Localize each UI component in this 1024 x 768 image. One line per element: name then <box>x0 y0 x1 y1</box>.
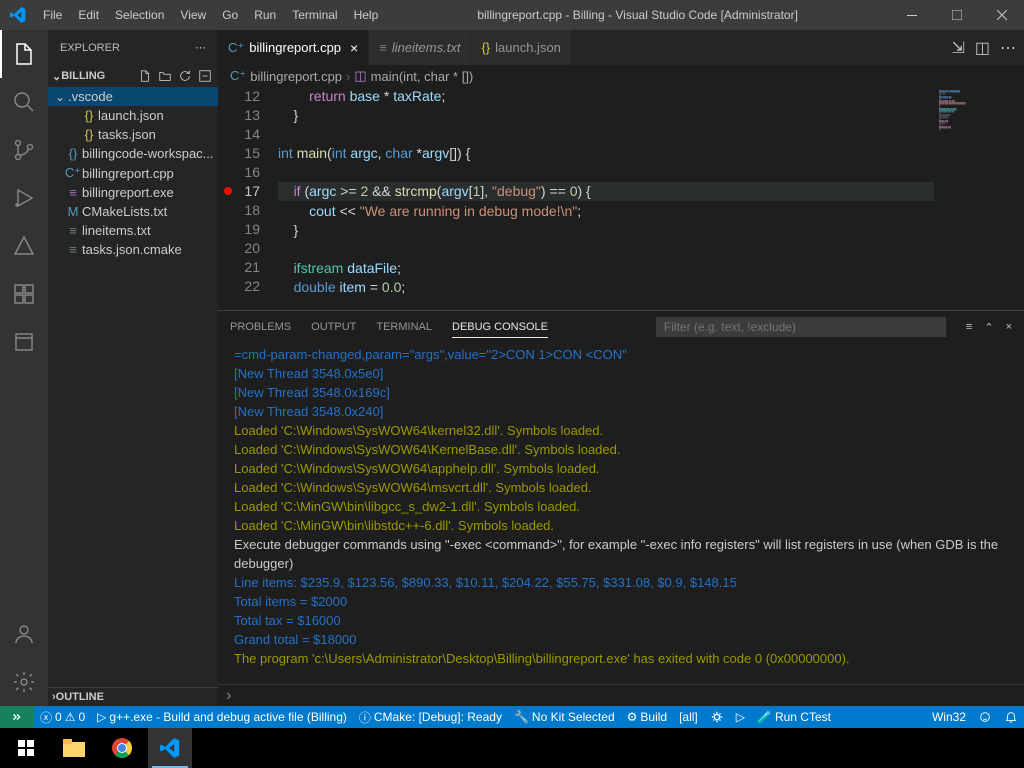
menu-edit[interactable]: Edit <box>70 8 107 22</box>
menu-terminal[interactable]: Terminal <box>284 8 345 22</box>
tab-billingreport.cpp[interactable]: C⁺billingreport.cpp× <box>218 30 369 65</box>
chrome-taskbar-icon[interactable] <box>100 728 144 768</box>
maximize-button[interactable] <box>934 0 979 30</box>
menu-view[interactable]: View <box>172 8 214 22</box>
status-kit[interactable]: 🔧 No Kit Selected <box>508 706 621 728</box>
file-billingcode-workspac...[interactable]: {}billingcode-workspac... <box>48 144 218 163</box>
panel-close-icon[interactable]: × <box>1006 321 1012 334</box>
menu-file[interactable]: File <box>35 8 70 22</box>
open-changes-icon[interactable]: ⇲ <box>951 38 964 58</box>
panel-tab-debug-console[interactable]: DEBUG CONSOLE <box>452 317 548 338</box>
sidebar: EXPLORER ⋯ ⌄ BILLING ⌄.vscode{}launch.js… <box>48 30 218 706</box>
minimap[interactable]: ████ ██ ██████████ █████ ████ █████ ████… <box>934 87 1024 310</box>
app-logo <box>0 7 35 23</box>
file-billingreport.exe[interactable]: ≡billingreport.exe <box>48 183 218 202</box>
file-launch.json[interactable]: {}launch.json <box>48 106 218 125</box>
refresh-icon[interactable] <box>176 67 194 85</box>
menu-help[interactable]: Help <box>346 8 387 22</box>
tab-launch.json[interactable]: {}launch.json <box>471 30 571 65</box>
account-icon[interactable] <box>0 610 48 658</box>
editor-tabs: C⁺billingreport.cpp×≡lineitems.txt{}laun… <box>218 30 1024 65</box>
panel-tab-terminal[interactable]: TERMINAL <box>376 317 432 337</box>
editor-area: C⁺billingreport.cpp×≡lineitems.txt{}laun… <box>218 30 1024 706</box>
workspace-name: BILLING <box>61 70 105 82</box>
code-editor[interactable]: 1213141516171819202122 return base * tax… <box>218 87 1024 310</box>
tab-lineitems.txt[interactable]: ≡lineitems.txt <box>369 30 471 65</box>
bottom-panel: PROBLEMS OUTPUT TERMINAL DEBUG CONSOLE ≡ ⌃ × =… <box>218 310 1024 706</box>
status-ctest[interactable]: 🧪 Run CTest <box>751 706 837 728</box>
cmake-icon[interactable] <box>0 222 48 270</box>
explorer-icon[interactable] <box>0 30 48 78</box>
panel-tab-output[interactable]: OUTPUT <box>311 317 356 337</box>
new-folder-icon[interactable] <box>156 67 174 85</box>
source-control-icon[interactable] <box>0 126 48 174</box>
status-debug-icon[interactable] <box>704 706 730 728</box>
search-icon[interactable] <box>0 78 48 126</box>
debug-console-output[interactable]: =cmd-param-changed,param="args",value="2… <box>218 343 1024 684</box>
outline-section[interactable]: › OUTLINE <box>48 687 218 706</box>
tab-close-icon[interactable]: × <box>350 40 358 56</box>
panel-filter-input[interactable] <box>656 317 946 337</box>
panel-maximize-icon[interactable]: ⌃ <box>984 321 993 334</box>
file-tasks.json[interactable]: {}tasks.json <box>48 125 218 144</box>
menu-selection[interactable]: Selection <box>107 8 172 22</box>
collapse-icon[interactable] <box>196 67 214 85</box>
sidebar-more-icon[interactable]: ⋯ <box>195 41 206 54</box>
more-actions-icon[interactable]: ⋯ <box>1000 38 1016 58</box>
close-button[interactable] <box>979 0 1024 30</box>
extensions-icon[interactable] <box>0 270 48 318</box>
activity-bar <box>0 30 48 706</box>
status-bar: ⓧ 0 ⚠ 0 ▷ g++.exe - Build and debug acti… <box>0 706 1024 728</box>
status-build[interactable]: ⚙ Build <box>621 706 673 728</box>
panel-settings-icon[interactable]: ≡ <box>966 321 972 334</box>
status-launch-config[interactable]: ▷ g++.exe - Build and debug active file … <box>91 706 353 728</box>
minimize-button[interactable] <box>889 0 934 30</box>
split-editor-icon[interactable]: ◫ <box>975 38 990 58</box>
status-platform[interactable]: Win32 <box>926 710 972 724</box>
status-bell-icon[interactable] <box>998 710 1024 724</box>
menu-bar: FileEditSelectionViewGoRunTerminalHelp <box>35 8 386 22</box>
file-tasks.json.cmake[interactable]: ≡tasks.json.cmake <box>48 240 218 259</box>
panel-tab-problems[interactable]: PROBLEMS <box>230 317 291 337</box>
sidebar-section-header[interactable]: ⌄ BILLING <box>48 65 218 87</box>
status-run-icon[interactable]: ▷ <box>730 706 751 728</box>
folder-.vscode[interactable]: ⌄.vscode <box>48 87 218 106</box>
status-feedback-icon[interactable] <box>972 710 998 724</box>
file-tree: ⌄.vscode{}launch.json{}tasks.json{}billi… <box>48 87 218 687</box>
menu-go[interactable]: Go <box>214 8 246 22</box>
run-debug-icon[interactable] <box>0 174 48 222</box>
status-cmake[interactable]: ⓘ CMake: [Debug]: Ready <box>353 706 508 728</box>
file-CMakeLists.txt[interactable]: MCMakeLists.txt <box>48 202 218 221</box>
status-target[interactable]: [all] <box>673 706 704 728</box>
breadcrumb[interactable]: C⁺billingreport.cpp › ◫main(int, char * … <box>218 65 1024 87</box>
menu-run[interactable]: Run <box>246 8 284 22</box>
file-lineitems.txt[interactable]: ≡lineitems.txt <box>48 221 218 240</box>
start-button[interactable] <box>4 728 48 768</box>
status-errors[interactable]: ⓧ 0 ⚠ 0 <box>34 706 91 728</box>
remote-indicator[interactable] <box>0 706 34 728</box>
vscode-taskbar-icon[interactable] <box>148 728 192 768</box>
settings-gear-icon[interactable] <box>0 658 48 706</box>
debug-console-input[interactable]: › <box>218 684 1024 706</box>
file-billingreport.cpp[interactable]: C⁺billingreport.cpp <box>48 163 218 183</box>
file-explorer-taskbar-icon[interactable] <box>52 728 96 768</box>
windows-taskbar <box>0 728 1024 768</box>
new-file-icon[interactable] <box>136 67 154 85</box>
window-title: billingreport.cpp - Billing - Visual Stu… <box>386 8 889 22</box>
makefile-icon[interactable] <box>0 318 48 366</box>
sidebar-title: EXPLORER <box>60 42 120 54</box>
titlebar: FileEditSelectionViewGoRunTerminalHelp b… <box>0 0 1024 30</box>
